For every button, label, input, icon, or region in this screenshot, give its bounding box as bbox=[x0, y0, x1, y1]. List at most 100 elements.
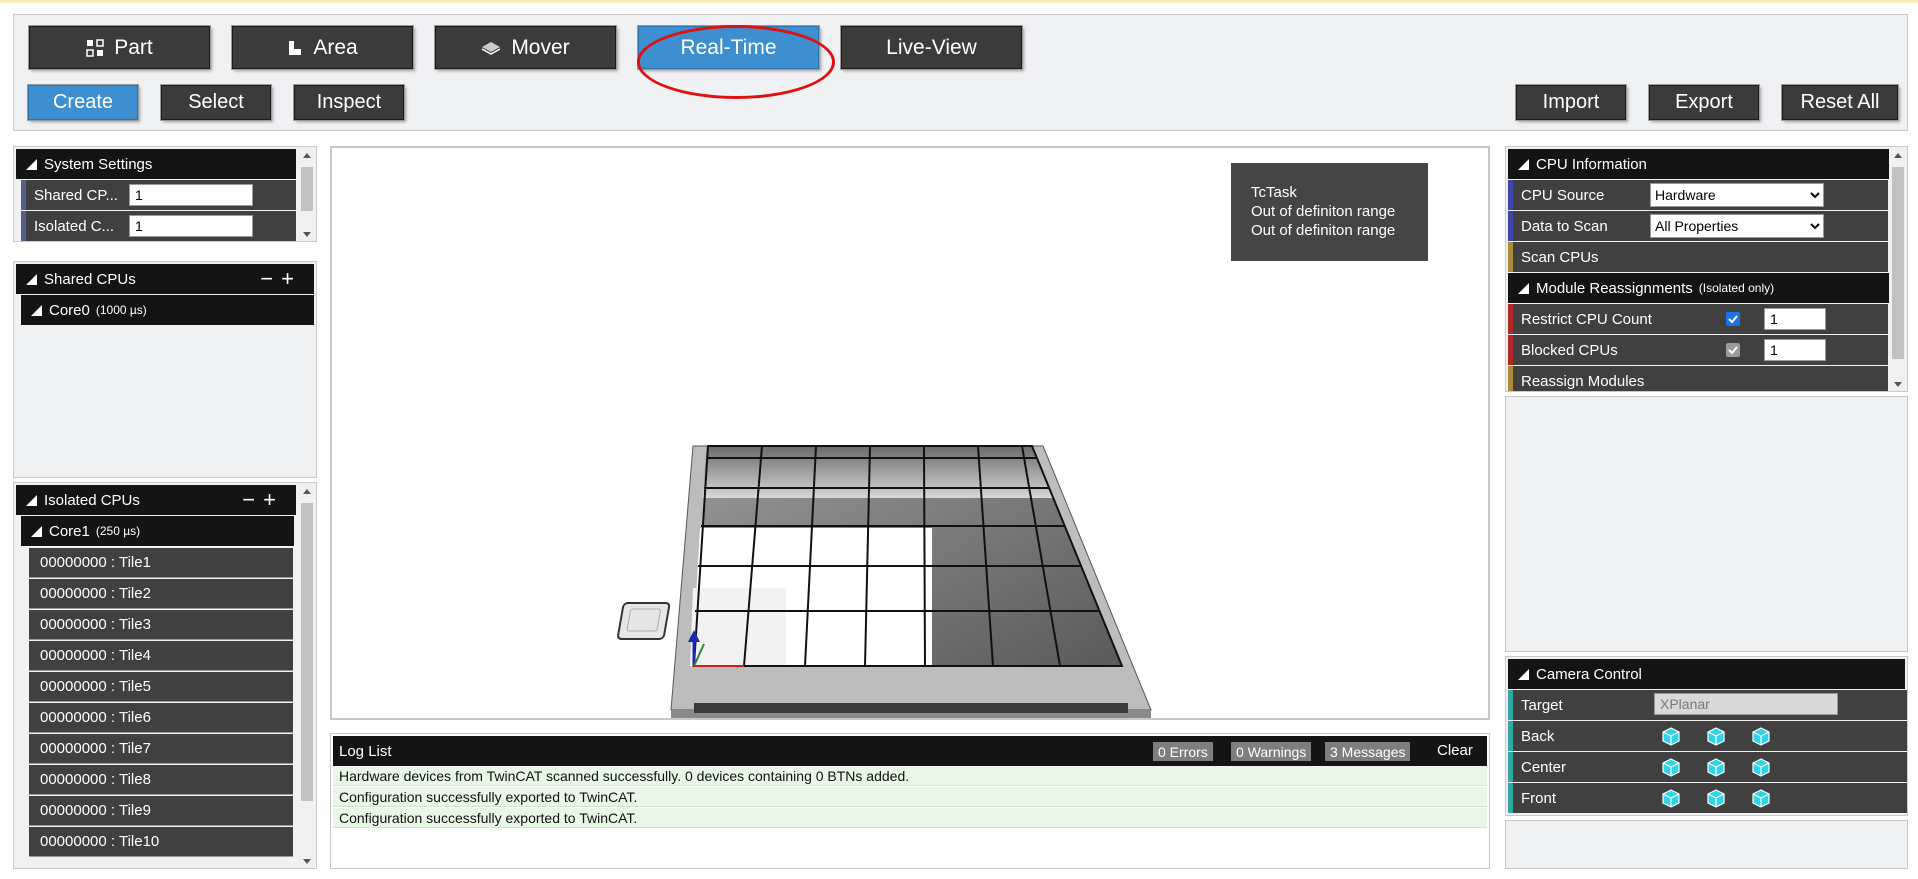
camera-target-input[interactable] bbox=[1654, 693, 1838, 715]
scan-cpus-label: Scan CPUs bbox=[1521, 248, 1599, 266]
tile-row[interactable]: 00000000 : Tile7 bbox=[29, 734, 293, 764]
scroll-up-icon[interactable] bbox=[303, 153, 311, 158]
isolated-cpus-scrollbar[interactable] bbox=[299, 485, 315, 868]
tile-row[interactable]: 00000000 : Tile5 bbox=[29, 672, 293, 702]
system-settings-scrollbar[interactable] bbox=[299, 149, 315, 241]
camera-center-right-cube-icon[interactable] bbox=[1749, 755, 1773, 779]
clear-log-button[interactable]: Clear bbox=[1437, 742, 1473, 759]
blocked-cpus-row: Blocked CPUs bbox=[1508, 335, 1888, 365]
cpu-information-panel: CPU Information CPU Source Hardware Data… bbox=[1505, 146, 1908, 392]
camera-center-center-cube-icon[interactable] bbox=[1704, 755, 1728, 779]
cpu-source-row: CPU Source Hardware bbox=[1508, 180, 1888, 210]
tile-row[interactable]: 00000000 : Tile8 bbox=[29, 765, 293, 795]
import-button[interactable]: Import bbox=[1516, 85, 1626, 120]
isolated-core-cycle: (250 µs) bbox=[95, 524, 141, 538]
scroll-down-icon[interactable] bbox=[1894, 382, 1902, 387]
isolated-cpus-header[interactable]: Isolated CPUs −+ bbox=[16, 485, 296, 515]
cpu-information-scrollbar[interactable] bbox=[1890, 149, 1906, 391]
log-entry-text: Configuration successfully exported to T… bbox=[339, 788, 638, 805]
plus-icon[interactable]: + bbox=[263, 487, 284, 512]
tile-row[interactable]: 00000000 : Tile10 bbox=[29, 827, 293, 857]
camera-control-header[interactable]: Camera Control bbox=[1508, 659, 1905, 689]
camera-back-row: Back bbox=[1508, 721, 1907, 751]
mover-puck[interactable] bbox=[617, 602, 671, 640]
system-settings-panel: System Settings Shared CP... Isolated C.… bbox=[13, 146, 317, 242]
create-button[interactable]: Create bbox=[28, 85, 138, 120]
blocked-cpus-input[interactable] bbox=[1764, 339, 1826, 361]
cpu-source-select[interactable]: Hardware bbox=[1650, 183, 1824, 207]
mode-liveview-button[interactable]: Live-View bbox=[841, 26, 1022, 69]
camera-back-left-cube-icon[interactable] bbox=[1659, 724, 1683, 748]
reassign-modules-button[interactable]: Reassign Modules bbox=[1508, 366, 1888, 391]
minus-icon[interactable]: − bbox=[242, 487, 263, 512]
collapse-triangle-icon bbox=[1518, 282, 1529, 294]
mode-part-button[interactable]: Part bbox=[29, 26, 210, 69]
mode-part-label: Part bbox=[114, 35, 153, 59]
scroll-up-icon[interactable] bbox=[1894, 153, 1902, 158]
blocked-cpus-checkbox[interactable] bbox=[1726, 343, 1740, 357]
data-to-scan-row: Data to Scan All Properties bbox=[1508, 211, 1888, 241]
3d-viewport[interactable]: TcTask Out of definiton range Out of def… bbox=[330, 146, 1490, 720]
mode-mover-button[interactable]: Mover bbox=[435, 26, 616, 69]
inspect-button[interactable]: Inspect bbox=[294, 85, 404, 120]
minus-icon[interactable]: − bbox=[260, 266, 281, 291]
camera-control-title: Camera Control bbox=[1536, 665, 1642, 683]
errors-filter-badge[interactable]: 0 Errors bbox=[1153, 742, 1213, 761]
tile-row[interactable]: 00000000 : Tile1 bbox=[29, 548, 293, 578]
scroll-down-icon[interactable] bbox=[303, 859, 311, 864]
module-reassignments-header[interactable]: Module Reassignments (Isolated only) bbox=[1508, 273, 1889, 303]
collapse-triangle-icon bbox=[31, 304, 42, 316]
plus-icon[interactable]: + bbox=[281, 266, 302, 291]
shared-cpus-panel: Shared CPUs −+ Core0 (1000 µs) bbox=[13, 261, 317, 478]
camera-back-center-cube-icon[interactable] bbox=[1704, 724, 1728, 748]
import-label: Import bbox=[1542, 91, 1600, 113]
isolated-cpus-title: Isolated CPUs bbox=[44, 491, 140, 509]
scroll-up-icon[interactable] bbox=[303, 489, 311, 494]
messages-filter-badge[interactable]: 3 Messages bbox=[1325, 742, 1411, 761]
camera-front-label: Front bbox=[1521, 789, 1557, 807]
mode-area-button[interactable]: Area bbox=[232, 26, 413, 69]
scroll-thumb[interactable] bbox=[1892, 167, 1904, 359]
export-button[interactable]: Export bbox=[1649, 85, 1759, 120]
shared-cpus-title: Shared CPUs bbox=[44, 270, 136, 288]
tile-row[interactable]: 00000000 : Tile6 bbox=[29, 703, 293, 733]
tile-row[interactable]: 00000000 : Tile4 bbox=[29, 641, 293, 671]
select-label: Select bbox=[188, 91, 244, 113]
cpu-information-header[interactable]: CPU Information bbox=[1508, 149, 1889, 179]
isolated-cpu-setting-row: Isolated C... bbox=[21, 211, 296, 241]
scroll-thumb[interactable] bbox=[301, 503, 313, 801]
mode-realtime-button[interactable]: Real-Time bbox=[638, 26, 819, 69]
tile-row[interactable]: 00000000 : Tile2 bbox=[29, 579, 293, 609]
reset-all-button[interactable]: Reset All bbox=[1782, 85, 1898, 120]
isolated-core-header[interactable]: Core1 (250 µs) bbox=[21, 516, 294, 546]
tile-row[interactable]: 00000000 : Tile3 bbox=[29, 610, 293, 640]
scroll-down-icon[interactable] bbox=[303, 232, 311, 237]
camera-back-right-cube-icon[interactable] bbox=[1749, 724, 1773, 748]
camera-front-right-cube-icon[interactable] bbox=[1749, 786, 1773, 810]
restrict-cpu-count-checkbox[interactable] bbox=[1726, 312, 1740, 326]
reset-all-label: Reset All bbox=[1800, 91, 1880, 113]
collapse-triangle-icon bbox=[26, 158, 37, 170]
camera-front-left-cube-icon[interactable] bbox=[1659, 786, 1683, 810]
data-to-scan-select[interactable]: All Properties bbox=[1650, 214, 1824, 238]
shared-cpu-count-input[interactable] bbox=[129, 184, 253, 206]
collapse-triangle-icon bbox=[1518, 668, 1529, 680]
shared-core-header[interactable]: Core0 (1000 µs) bbox=[21, 295, 314, 325]
warnings-filter-badge[interactable]: 0 Warnings bbox=[1231, 742, 1312, 761]
restrict-cpu-count-input[interactable] bbox=[1764, 308, 1826, 330]
select-button[interactable]: Select bbox=[161, 85, 271, 120]
tile-label: 00000000 : Tile9 bbox=[40, 802, 151, 819]
isolated-core-name: Core1 bbox=[49, 522, 90, 540]
isolated-cpu-count-input[interactable] bbox=[129, 215, 253, 237]
scan-cpus-button[interactable]: Scan CPUs bbox=[1508, 242, 1888, 272]
mode-realtime-label: Real-Time bbox=[680, 35, 777, 59]
camera-center-left-cube-icon[interactable] bbox=[1659, 755, 1683, 779]
tile-row[interactable]: 00000000 : Tile9 bbox=[29, 796, 293, 826]
shared-core-cycle: (1000 µs) bbox=[95, 303, 147, 317]
system-settings-header[interactable]: System Settings bbox=[16, 149, 296, 179]
camera-front-center-cube-icon[interactable] bbox=[1704, 786, 1728, 810]
module-reassignments-title: Module Reassignments bbox=[1536, 279, 1693, 297]
shared-cpus-add-remove: −+ bbox=[260, 266, 302, 292]
scroll-thumb[interactable] bbox=[301, 167, 313, 211]
shared-cpus-header[interactable]: Shared CPUs −+ bbox=[16, 264, 314, 294]
